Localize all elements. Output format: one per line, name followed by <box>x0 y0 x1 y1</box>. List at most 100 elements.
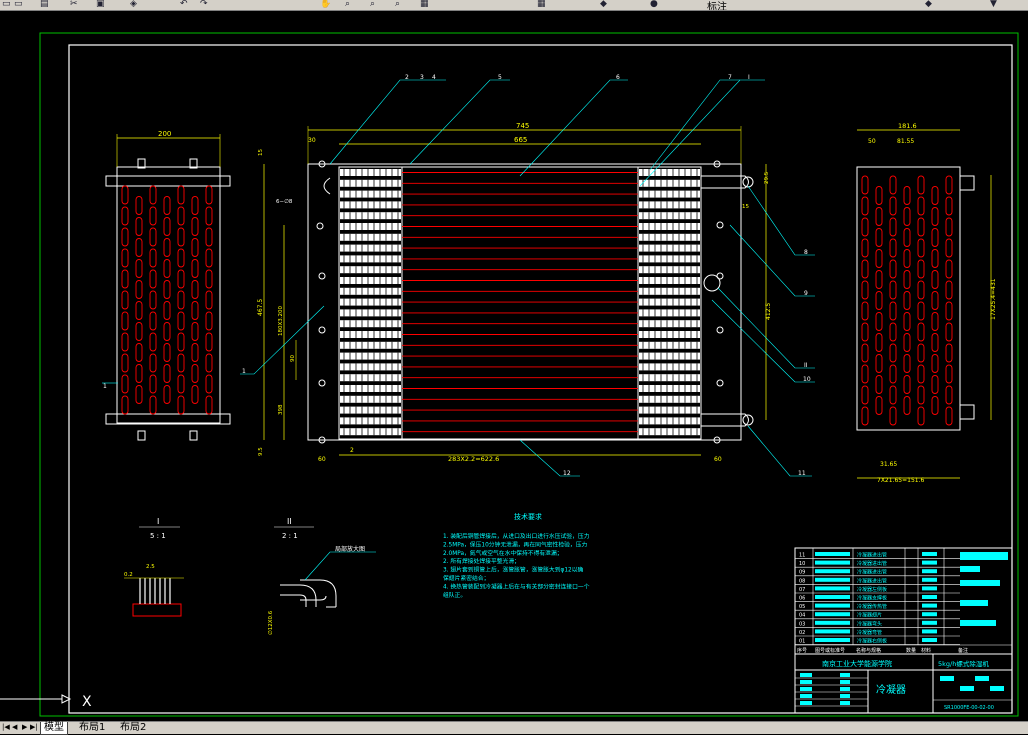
first-tab-icon[interactable]: |◀ <box>2 723 10 732</box>
calculator-icon[interactable]: ▦ <box>537 0 546 9</box>
zoom-previous-icon[interactable]: ⌕ <box>395 0 400 9</box>
slot <box>875 333 883 352</box>
pan-icon[interactable]: ✋ <box>320 0 331 9</box>
slot <box>121 206 129 226</box>
slot <box>903 396 911 415</box>
layer-previous-icon[interactable]: ◆ <box>925 0 932 9</box>
dim-2: 2 <box>350 447 354 454</box>
slot <box>205 269 213 289</box>
slot <box>931 186 939 205</box>
slot <box>163 259 171 278</box>
part-name: 冷凝器 <box>876 683 906 696</box>
bom-header: 序号 图号或标准号 名称与规格 数量 材料 备注 <box>795 644 1012 654</box>
slot <box>903 186 911 205</box>
slot <box>945 217 953 237</box>
tab-layout2[interactable]: 布局2 <box>117 722 149 734</box>
slot <box>945 280 953 300</box>
bom-mat-bar <box>922 552 937 556</box>
slot <box>205 206 213 226</box>
print-icon[interactable]: ▤ <box>40 0 49 9</box>
tech-req-line: 保翅片紧密结合； <box>443 574 489 582</box>
bom-header-cell: 备注 <box>958 647 968 654</box>
label-10: 10 <box>803 376 811 383</box>
slot <box>861 385 869 405</box>
zoom-window-icon[interactable]: ⌕ <box>370 0 375 9</box>
tb-field-bar <box>800 687 812 691</box>
front-view: 745 665 30 283X2.2=622.6 60 60 2 467.5 1… <box>240 74 815 477</box>
tab-layout1[interactable]: 布局1 <box>76 722 108 734</box>
bom-no: 06 <box>799 596 805 602</box>
slot <box>163 364 171 383</box>
tb-field-bar <box>840 673 850 677</box>
layer-state-icon[interactable]: ● <box>650 0 658 9</box>
prev-tab-icon[interactable]: ◀ <box>12 723 20 732</box>
slot <box>205 227 213 247</box>
label-I: I <box>748 74 750 81</box>
slot <box>875 228 883 247</box>
tb-field-bar <box>960 686 974 691</box>
redo-icon[interactable]: ↷ <box>200 0 208 9</box>
paste-icon[interactable]: ▣ <box>96 0 105 9</box>
undo-icon[interactable]: ↶ <box>180 0 188 9</box>
slot <box>135 301 143 320</box>
detail-I-dim-a: 0.2 <box>124 572 133 578</box>
slot <box>861 175 869 195</box>
slot <box>205 395 213 415</box>
bom-code-bar <box>815 595 850 599</box>
slot <box>931 249 939 268</box>
label-left-1: 1 <box>103 383 107 390</box>
detail-I-scale: 5 : 1 <box>150 532 166 540</box>
slot <box>889 280 897 300</box>
slot <box>917 196 925 216</box>
hole <box>318 326 326 334</box>
hole <box>318 379 326 387</box>
last-tab-icon[interactable]: ▶| <box>30 723 38 732</box>
open-icon[interactable]: ▭ <box>14 0 23 9</box>
tb-field-bar <box>990 686 1004 691</box>
layer-dropdown[interactable]: 标注 <box>707 0 727 10</box>
slot <box>945 238 953 258</box>
slot <box>177 290 185 310</box>
toolbar: ▭ ▭ ▤ ✂ ▣ ◈ ↶ ↷ ✋ ⌕ ⌕ ⌕ ▦ ▦ ◆ ● 标注 ◆ ▼ <box>0 0 1028 11</box>
code-bar <box>960 580 1000 586</box>
tab-model[interactable]: 模型 <box>40 722 68 735</box>
detail-I-fins <box>124 577 184 604</box>
slot <box>121 248 129 268</box>
left-top-bar <box>105 175 231 187</box>
cut-icon[interactable]: ✂ <box>70 0 78 9</box>
tech-req-title: 技术要求 <box>514 512 542 521</box>
match-icon[interactable]: ◈ <box>130 0 137 9</box>
drawing-canvas[interactable]: 200 1 745 665 30 283X2.2=622.6 60 60 2 4… <box>0 11 1028 721</box>
bom-spec: 冷凝器弯头 <box>857 620 882 627</box>
zoom-icon[interactable]: ⌕ <box>345 0 350 9</box>
school-name: 南京工业大学能源学院 <box>822 659 892 668</box>
bom-spec: 冷凝器进出管 <box>857 569 887 576</box>
layer-manager-icon[interactable]: ◆ <box>600 0 607 9</box>
tb-field-bar <box>840 680 850 684</box>
slot <box>149 311 157 331</box>
slot <box>163 301 171 320</box>
hole <box>716 221 724 229</box>
new-icon[interactable]: ▭ <box>2 0 11 9</box>
slot <box>861 322 869 342</box>
properties-icon[interactable]: ▦ <box>420 0 429 9</box>
next-tab-icon[interactable]: ▶ <box>22 723 30 732</box>
tech-req-line: 2.5MPa，保压10分钟无泄漏，再在同气密性检验，压力 <box>443 540 588 548</box>
slot <box>205 185 213 205</box>
detail-II-scale: 2 : 1 <box>282 532 298 540</box>
slot <box>903 207 911 226</box>
dim-right-width: 181.6 <box>898 122 917 130</box>
bom-spec: 冷凝器弯管 <box>857 629 882 636</box>
bom-code-bar <box>815 552 850 556</box>
dim-right-height: 412.5 <box>765 303 772 320</box>
label-3: 3 <box>420 74 424 81</box>
tb-field-bar <box>840 687 850 691</box>
slot <box>889 406 897 426</box>
slot <box>875 249 883 268</box>
bom-no: 05 <box>799 604 805 610</box>
color-control-icon[interactable]: ▼ <box>990 0 997 9</box>
tech-req-line: 1. 装配后铜管焊接后，从进口及出口进行水压试验，压力 <box>443 532 590 540</box>
slot <box>149 269 157 289</box>
slot <box>191 259 199 278</box>
tb-field-bar <box>800 673 812 677</box>
